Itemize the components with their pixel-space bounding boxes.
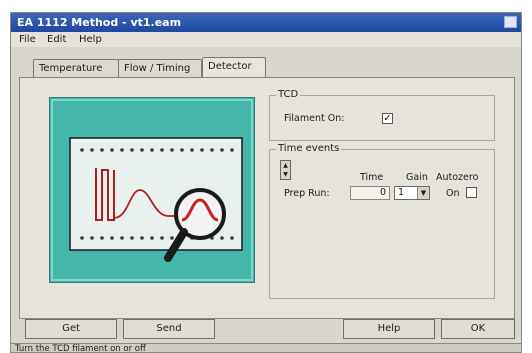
menu-edit[interactable]: Edit (45, 33, 68, 46)
tab-temperature[interactable]: Temperature (33, 59, 119, 77)
tcd-group-label: TCD (276, 89, 301, 101)
column-header-autozero: Autozero (436, 172, 479, 183)
autozero-checkbox[interactable] (466, 187, 477, 198)
autozero-on-label: On (446, 188, 460, 199)
detector-illustration (49, 97, 255, 283)
prep-run-time-field[interactable]: 0 (350, 186, 390, 200)
status-bar: Turn the TCD filament on or off (11, 343, 521, 353)
send-button[interactable]: Send (123, 319, 215, 339)
method-window: EA 1112 Method - vt1.eam File Edit Help … (10, 12, 522, 353)
time-events-spinner[interactable]: ▲ ▼ (280, 160, 291, 180)
gain-select-value: 1 (398, 187, 405, 198)
time-events-group: Time events ▲ ▼ Time Gain Autozero Prep … (269, 143, 495, 299)
filament-on-checkbox[interactable]: ✓ (382, 113, 393, 124)
tab-flow-timing[interactable]: Flow / Timing (118, 59, 202, 77)
prep-run-label: Prep Run: (284, 188, 330, 199)
window-title: EA 1112 Method - vt1.eam (17, 16, 182, 29)
menu-bar: File Edit Help (11, 32, 521, 47)
column-header-time: Time (360, 172, 384, 183)
prep-run-gain-select[interactable]: 1 ▼ (394, 186, 430, 200)
close-window-button[interactable] (504, 16, 517, 28)
tab-detector[interactable]: Detector (202, 57, 266, 77)
chevron-down-icon[interactable]: ▼ (417, 187, 429, 199)
menu-file[interactable]: File (17, 33, 38, 46)
spin-up-icon[interactable]: ▲ (281, 161, 290, 170)
column-header-gain: Gain (406, 172, 428, 183)
time-events-label: Time events (276, 143, 342, 155)
menu-help[interactable]: Help (77, 33, 104, 46)
title-bar: EA 1112 Method - vt1.eam (11, 13, 521, 32)
get-button[interactable]: Get (25, 319, 117, 339)
filament-label: Filament On: (284, 113, 345, 124)
tcd-chromatogram-image (51, 99, 253, 281)
tcd-group: TCD Filament On: ✓ (269, 89, 495, 141)
status-text: Turn the TCD filament on or off (15, 344, 146, 353)
help-button[interactable]: Help (343, 319, 435, 339)
spin-down-icon[interactable]: ▼ (281, 170, 290, 179)
ok-button[interactable]: OK (441, 319, 515, 339)
